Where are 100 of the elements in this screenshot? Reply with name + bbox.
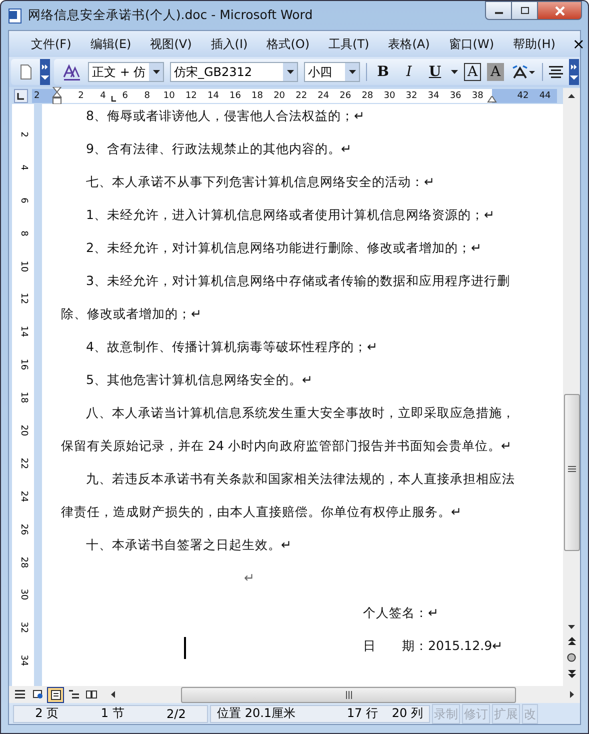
character-border-button[interactable]: A (464, 63, 481, 81)
paragraph: 七、本人承诺不从事下列危害计算机信息网络安全的活动：↵ (85, 173, 436, 191)
window-title: 网络信息安全承诺书(个人).doc - Microsoft Word (28, 7, 313, 24)
document-page[interactable] (42, 104, 563, 686)
ruler-number: 4 (99, 90, 107, 100)
page-number: 2 页 (35, 705, 59, 722)
paragraph: 2、未经允许，对计算机信息网络功能进行删除、修改或者增加的；↵ (85, 239, 483, 257)
book-icon (86, 690, 97, 699)
horizontal-ruler[interactable]: 2 2 4 6 8 10 12 14 16 18 20 22 24 26 28 30 32 34 36 38 42 44 (32, 88, 557, 102)
scroll-down-icon[interactable] (568, 625, 575, 629)
ruler-number: 18 (250, 90, 264, 100)
ruler-number: 12 (184, 90, 198, 100)
ruler-number: 38 (470, 90, 484, 100)
close-button[interactable] (537, 1, 582, 20)
caret-icon (348, 70, 356, 74)
caret-icon (286, 70, 294, 74)
indent-marker-icon[interactable] (52, 86, 62, 104)
paragraph: 9、含有法律、行政法规禁止的其他内容的。↵ (85, 140, 353, 158)
bold-button[interactable]: B (373, 64, 393, 80)
highlight-icon[interactable] (510, 64, 536, 80)
minimize-button[interactable] (485, 1, 512, 20)
signature-line: 日 期：2015.12.9↵ (363, 637, 503, 655)
close-document-button[interactable]: × (566, 35, 588, 53)
paragraph: 3、未经允许，对计算机信息网络中存储或者传输的数据和应用程序进行删 除、修改或者增加的；↵ (61, 272, 512, 323)
new-document-icon[interactable] (19, 64, 33, 80)
style-dropdown[interactable]: 正文 + 仿 (88, 62, 164, 82)
ruler-number: 20 (17, 424, 30, 438)
scroll-right-icon[interactable] (570, 691, 574, 698)
ruler-number: 28 (17, 555, 30, 570)
scroll-thumb[interactable] (181, 686, 516, 702)
tab-stop-icon (111, 96, 116, 102)
outline-icon (68, 690, 78, 699)
paragraph: 5、其他危害计算机信息网络安全的。↵ (85, 371, 314, 389)
ruler-number: 18 (17, 390, 30, 406)
menu-item[interactable]: 窗口(W) (440, 36, 502, 52)
paragraph-mark: ↵ (244, 569, 255, 587)
underline-button[interactable]: U (425, 64, 445, 80)
menu-item[interactable]: 格式(O) (258, 36, 318, 52)
paragraph: 八、本人承诺当计算机信息系统发生重大安全事故时，立即采取应急措施， 保留有关原始记录，并在 24 小时内向政府监管部门报告并书面知会贵单位。↵ (61, 404, 516, 455)
menu-item[interactable]: 编辑(E) (82, 36, 140, 52)
ruler-number: 6 (17, 196, 30, 206)
ruler-number: 2 (17, 130, 30, 140)
menu-item[interactable]: 视图(V) (142, 36, 200, 52)
line-number: 17 行 (346, 705, 378, 722)
lines-icon (14, 690, 24, 699)
character-shading-button[interactable]: A (487, 63, 504, 81)
ruler-number: 22 (17, 456, 30, 472)
menu-item[interactable]: 插入(I) (202, 36, 256, 52)
ruler-number: 32 (404, 90, 418, 100)
align-icon[interactable] (549, 66, 563, 78)
next-page-icon[interactable] (568, 670, 576, 678)
web-page-icon (32, 690, 42, 699)
caret-icon[interactable] (451, 70, 458, 74)
browse-object-icon[interactable] (567, 653, 576, 662)
ruler-number: 16 (228, 90, 242, 100)
ruler-number: 10 (17, 259, 30, 274)
ruler-number: 16 (17, 358, 30, 372)
paragraph: 十、本承诺书自签署之日起生效。↵ (85, 536, 293, 554)
paragraph: 九、若违反本承诺书有关条款和国家相关法律法规的，本人直接承担相应法 律责任，造成财产损失的，由本人直接赔偿。你单位有权停止服务。↵ (61, 470, 516, 521)
page-icon (50, 690, 60, 700)
ruler-number: 14 (206, 90, 220, 100)
paragraph: 1、未经允许，进入计算机信息网络或者使用计算机信息网络资源的；↵ (85, 206, 496, 224)
scroll-left-icon[interactable] (111, 691, 115, 698)
menu-item[interactable]: 工具(T) (320, 36, 378, 52)
ruler-number: 10 (162, 90, 176, 100)
signature-line: 个人签名：↵ (363, 604, 439, 622)
font-dropdown[interactable]: 仿宋_GB2312 (170, 62, 298, 82)
menu-item[interactable]: 文件(F) (23, 36, 80, 52)
section-number: 1 节 (100, 705, 124, 722)
ruler-number: 8 (17, 229, 30, 238)
ruler-number: 14 (17, 325, 29, 340)
ruler-number: 44 (538, 90, 552, 100)
ruler-number: 34 (17, 654, 30, 668)
toolbar-options-icon[interactable] (569, 59, 579, 85)
ruler-number: 24 (17, 490, 30, 504)
scroll-up-icon[interactable] (568, 94, 575, 98)
ruler-number: 6 (121, 90, 129, 100)
styles-icon[interactable] (62, 63, 82, 81)
tab-stop-icon[interactable] (14, 88, 28, 102)
maximize-button[interactable] (511, 1, 538, 20)
previous-page-icon[interactable] (568, 637, 576, 645)
view-button[interactable] (47, 686, 64, 702)
ruler-number: 30 (17, 588, 30, 603)
paragraph: 8、侮辱或者诽谤他人，侵害他人合法权益的；↵ (85, 107, 366, 125)
ruler-number: 34 (426, 90, 440, 100)
ruler-number: 36 (448, 90, 462, 100)
toolbar-options-icon[interactable] (40, 59, 50, 85)
menu-item[interactable]: 表格(A) (380, 36, 438, 52)
ruler-number: 2 (34, 90, 40, 100)
ruler-number: 2 (77, 90, 85, 100)
cursor-position: 位置 20.1厘米 (217, 705, 296, 722)
scroll-thumb[interactable] (564, 394, 580, 551)
menu-item[interactable]: 帮助(H) (505, 36, 564, 52)
italic-button[interactable]: I (399, 64, 419, 80)
ruler-number: 32 (17, 621, 30, 636)
column-number: 20 列 (392, 705, 423, 722)
font-size-dropdown[interactable]: 小四 (304, 62, 360, 82)
ruler-number: 8 (143, 90, 151, 100)
ruler-number: 4 (17, 163, 29, 172)
paragraph: 4、故意制作、传播计算机病毒等破坏性程序的；↵ (85, 338, 379, 356)
